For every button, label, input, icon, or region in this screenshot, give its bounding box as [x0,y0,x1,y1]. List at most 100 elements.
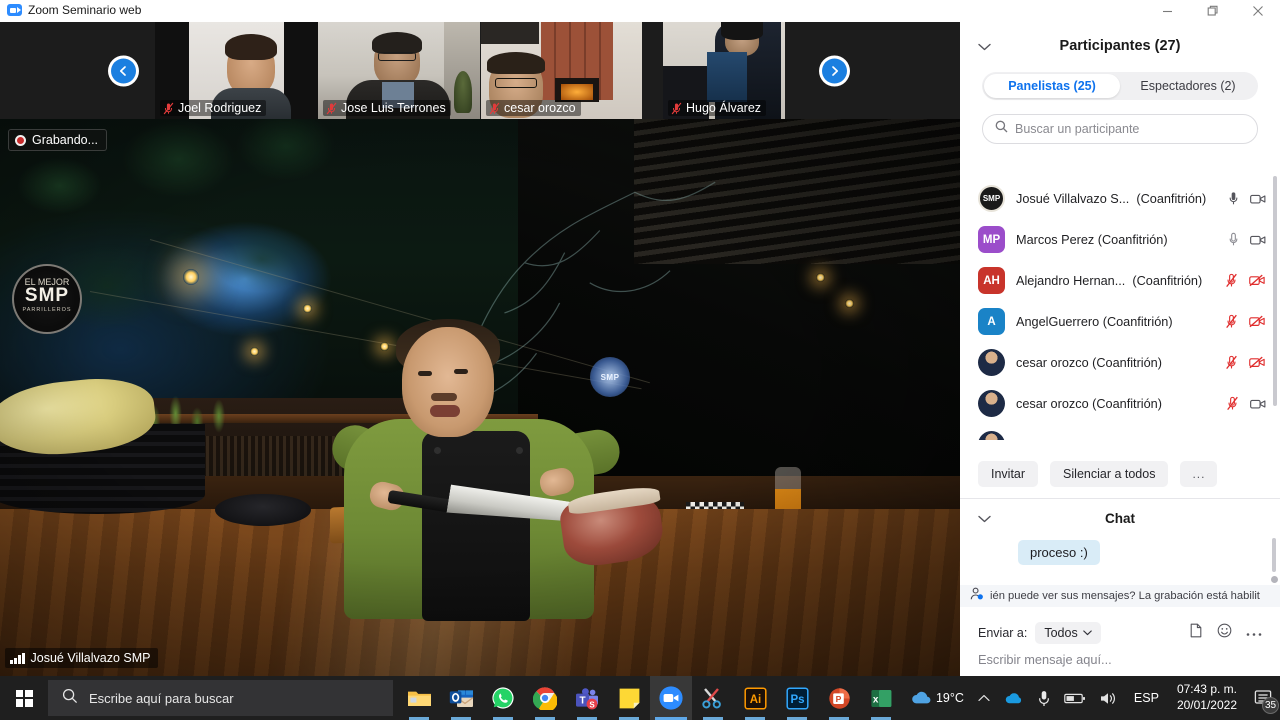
cloud-icon [912,691,931,704]
filmstrip-thumb-name: Hugo Álvarez [686,101,762,115]
system-tray: 19°C ESP 07:43 p. m. 20/01/2022 35 [903,676,1280,720]
zoom-icon[interactable] [650,676,692,720]
filmstrip-thumb[interactable]: cesar orozco [481,22,642,119]
title-bar-left: Zoom Seminario web [7,3,141,17]
list-item-label: Marcos Perez (Coanfitrión) [1016,232,1168,247]
mic-muted-icon[interactable] [1225,314,1238,329]
more-options-button[interactable]: ... [1180,461,1218,487]
chat-input[interactable]: Escribir mensaje aquí... [978,652,1112,667]
more-icon[interactable] [1246,624,1262,642]
close-icon[interactable] [1235,0,1280,22]
chevron-down-icon[interactable] [978,510,991,528]
windows-taskbar: Escribe aquí para buscar T S Ai Ps P x 1… [0,676,1280,720]
recording-indicator[interactable]: Grabando... [8,129,108,151]
list-item-status-icons [1222,191,1266,206]
chevron-up-icon[interactable] [971,676,997,720]
filmstrip-next-button[interactable] [819,55,850,86]
microphone-icon[interactable] [1031,676,1057,720]
tab-espectadores[interactable]: Espectadores (2) [1120,74,1256,98]
chat-header: Chat [960,504,1280,532]
camera-on-icon[interactable] [1250,193,1266,205]
main-video-stage[interactable]: SMP [0,119,960,676]
tab-panelistas[interactable]: Panelistas (25) [984,74,1120,98]
battery-icon[interactable] [1057,676,1093,720]
smp-logo-sub: PARRILLEROS [22,306,72,313]
filmstrip-thumb[interactable]: Joel Rodriguez [155,22,318,119]
list-item-status-icons [1222,232,1266,247]
audio-level-icon [10,652,25,664]
participants-scrollbar[interactable] [1273,176,1277,406]
minimize-icon[interactable] [1145,0,1190,22]
participants-list[interactable]: SMP Josué Villalvazo S... (Coanfitrión) [960,170,1280,440]
smp-logo-main: SMP [24,284,70,306]
mute-all-button[interactable]: Silenciar a todos [1050,461,1169,487]
mic-muted-icon[interactable] [1225,355,1238,370]
onedrive-icon[interactable] [997,676,1031,720]
excel-icon[interactable]: x [860,676,902,720]
restore-icon[interactable] [1190,0,1235,22]
smp-logo-watermark: EL MEJOR SMP PARRILLEROS [12,264,82,334]
participant-search-placeholder: Buscar un participante [1015,122,1140,136]
list-item-partial-bottom[interactable] [960,424,1280,440]
list-item-label: Alejandro Hernan... (Coanfitrión) [1016,273,1203,288]
list-item-label: Josué Villalvazo S... (Coanfitrión) [1016,191,1207,206]
chat-privacy-text: ién puede ver sus mensajes? La grabación… [990,590,1260,602]
svg-text:Ps: Ps [790,694,804,706]
list-item[interactable]: A AngelGuerrero (Coanfitrión) [960,301,1280,343]
camera-on-icon[interactable] [1250,234,1266,246]
snipping-tool-icon[interactable] [692,676,734,720]
chat-messages[interactable]: proceso :) [960,534,1280,583]
participant-search-input[interactable]: Buscar un participante [982,114,1258,144]
avatar: MP [978,226,1005,254]
list-item[interactable]: cesar orozco (Coanfitrión) [960,383,1280,425]
chrome-icon[interactable] [524,676,566,720]
list-item[interactable]: cesar orozco (Coanfitrión) [960,342,1280,384]
list-item[interactable]: AH Alejandro Hernan... (Coanfitrión) [960,260,1280,302]
list-item-label: AngelGuerrero (Coanfitrión) [1016,314,1173,329]
participants-header: Participantes (27) [960,22,1280,70]
camera-muted-icon[interactable] [1249,274,1266,287]
windows-start-icon[interactable] [0,676,48,720]
outlook-icon[interactable] [440,676,482,720]
filmstrip-thumb[interactable]: Jose Luis Terrones [318,22,480,119]
weather-widget[interactable]: 19°C [903,676,971,720]
whatsapp-icon[interactable] [482,676,524,720]
list-item[interactable]: SMP Josué Villalvazo S... (Coanfitrión) [960,178,1280,220]
invite-button[interactable]: Invitar [978,461,1039,487]
notifications-icon[interactable]: 35 [1246,676,1280,720]
camera-muted-icon[interactable] [1249,315,1266,328]
chat-input-actions [1189,623,1262,643]
filmstrip-thumb-name: Jose Luis Terrones [341,101,446,115]
taskbar-search-input[interactable]: Escribe aquí para buscar [48,680,393,716]
taskbar-search-placeholder: Escribe aquí para buscar [89,690,234,706]
file-explorer-icon[interactable] [398,676,440,720]
file-icon[interactable] [1189,623,1203,643]
chevron-down-icon[interactable] [978,38,991,56]
send-to-dropdown[interactable]: Todos [1035,622,1101,644]
camera-muted-icon[interactable] [1249,356,1266,369]
illustrator-icon[interactable]: Ai [734,676,776,720]
list-item-status-icons [1219,355,1266,370]
filmstrip-prev-button[interactable] [108,55,139,86]
mic-muted-icon[interactable] [1225,273,1238,288]
sticky-notes-icon[interactable] [608,676,650,720]
mic-muted-icon[interactable] [1226,396,1239,411]
emoji-icon[interactable] [1217,623,1232,643]
list-item-partial-top[interactable] [960,170,1280,178]
camera-on-icon[interactable] [1250,398,1266,410]
language-indicator[interactable]: ESP [1125,691,1168,705]
mic-on-icon[interactable] [1228,232,1239,247]
clock-date: 20/01/2022 [1176,698,1237,712]
clock[interactable]: 07:43 p. m. 20/01/2022 [1168,676,1246,720]
list-item-status-icons [1219,314,1266,329]
chat-scrollbar[interactable] [1272,538,1276,572]
recording-label: Grabando... [32,133,99,147]
teams-icon[interactable]: T S [566,676,608,720]
speaker-icon[interactable] [1093,676,1125,720]
mic-on-icon[interactable] [1228,191,1239,206]
list-item[interactable]: MP Marcos Perez (Coanfitrión) [960,219,1280,261]
title-bar: Zoom Seminario web [0,0,1280,22]
filmstrip-thumb[interactable]: Hugo Álvarez [663,22,785,119]
powerpoint-icon[interactable]: P [818,676,860,720]
photoshop-icon[interactable]: Ps [776,676,818,720]
